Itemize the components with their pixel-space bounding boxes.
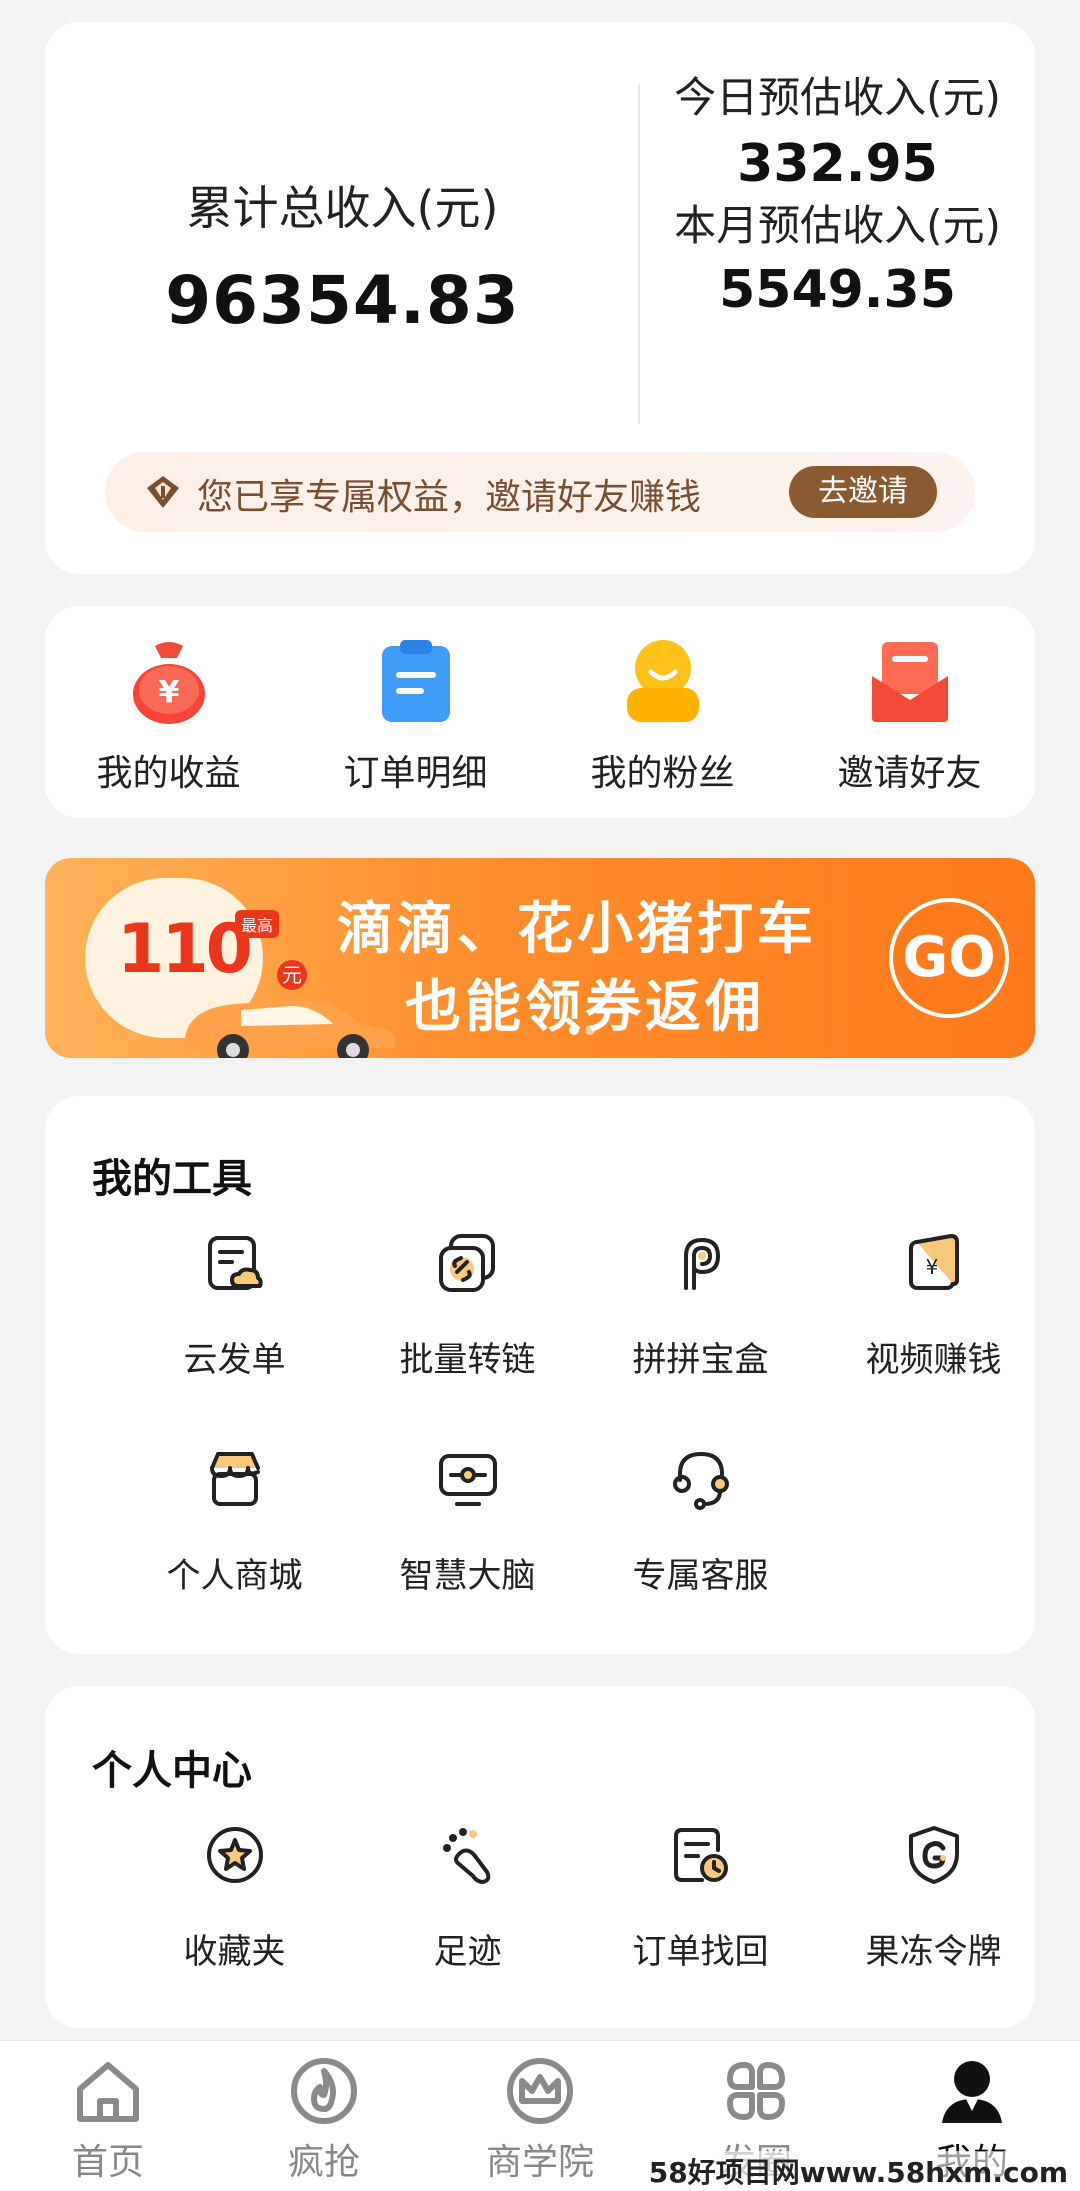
tool-label: 拼拼宝盒 bbox=[632, 1340, 769, 1380]
perk-banner[interactable]: 您已享专属权益，邀请好友赚钱 去邀请 bbox=[105, 452, 975, 532]
money-bag-icon: ¥ bbox=[133, 642, 205, 724]
quick-item-earnings[interactable]: ¥ 我的收益 bbox=[45, 606, 292, 818]
tool-label: 视频赚钱 bbox=[865, 1340, 1002, 1380]
month-income-value: 5549.35 bbox=[719, 260, 956, 320]
footprint-icon bbox=[443, 1828, 491, 1884]
crown-icon bbox=[507, 2058, 573, 2124]
nav-home[interactable]: 首页 bbox=[0, 2041, 216, 2191]
svg-text:¥: ¥ bbox=[159, 675, 180, 710]
clipboard-icon bbox=[382, 640, 450, 722]
home-icon bbox=[77, 2062, 139, 2122]
shop-icon bbox=[210, 1452, 260, 1506]
reward-max-tag: 最高 bbox=[235, 910, 280, 938]
quick-item-invite[interactable]: 邀请好友 bbox=[786, 606, 1033, 818]
quick-item-label: 邀请好友 bbox=[837, 753, 982, 794]
personal-center-section: 个人中心 收藏夹 足迹 订单找回 果冻令牌 bbox=[45, 1686, 1035, 2028]
total-income-label: 累计总收入(元) bbox=[186, 181, 499, 235]
smart-brain-icon bbox=[439, 1454, 497, 1506]
quick-item-orders[interactable]: 订单明细 bbox=[292, 606, 539, 818]
quick-item-fans[interactable]: 我的粉丝 bbox=[539, 606, 786, 818]
nav-label: 疯抢 bbox=[287, 2142, 360, 2183]
quick-item-label: 我的粉丝 bbox=[590, 753, 735, 794]
nav-academy[interactable]: 商学院 bbox=[432, 2041, 648, 2191]
tool-label: 专属客服 bbox=[632, 1556, 769, 1596]
tools-title: 我的工具 bbox=[92, 1156, 252, 1202]
p-box-icon bbox=[684, 1238, 720, 1290]
token-shield-icon bbox=[909, 1826, 959, 1884]
star-favorite-icon bbox=[207, 1827, 263, 1883]
tool-label: 云发单 bbox=[183, 1340, 286, 1380]
today-income-label: 今日预估收入(元) bbox=[674, 73, 1001, 122]
personal-label: 订单找回 bbox=[632, 1932, 769, 1972]
quick-item-label: 订单明细 bbox=[343, 753, 488, 794]
carousel-dot bbox=[569, 1025, 579, 1035]
promo-banner[interactable]: 110 最高 元 滴滴、花小猪打车 也能领券返佣 GO bbox=[45, 858, 1035, 1058]
banner-headline: 滴滴、花小猪打车 bbox=[337, 897, 817, 962]
perk-text: 您已享专属权益，邀请好友赚钱 bbox=[197, 477, 702, 518]
flame-icon bbox=[291, 2058, 357, 2124]
tool-label: 智慧大脑 bbox=[399, 1556, 536, 1596]
profile-icon bbox=[942, 2061, 1002, 2123]
personal-label: 果冻令牌 bbox=[865, 1932, 1002, 1972]
nav-label: 首页 bbox=[71, 2142, 144, 2183]
quick-item-label: 我的收益 bbox=[96, 753, 241, 794]
grid-share-icon bbox=[727, 2062, 785, 2120]
personal-label: 足迹 bbox=[433, 1932, 502, 1972]
cloud-order-icon bbox=[208, 1236, 263, 1290]
order-recover-icon bbox=[674, 1828, 728, 1882]
total-income-value: 96354.83 bbox=[165, 262, 520, 339]
site-watermark: 58好项目网www.58hxm.com bbox=[644, 2151, 1072, 2191]
tools-section: 我的工具 云发单 批量转链 拼拼宝盒 ¥ 视频赚钱 个人商城 智慧大脑 专属客服 bbox=[45, 1096, 1035, 1654]
earnings-card: 累计总收入(元) 96354.83 今日预估收入(元) 332.95 本月预估收… bbox=[45, 22, 1035, 574]
month-income-label: 本月预估收入(元) bbox=[674, 201, 1001, 250]
tool-label: 个人商城 bbox=[166, 1556, 303, 1596]
today-income-value: 332.95 bbox=[737, 134, 938, 194]
carousel-indicator bbox=[569, 1020, 601, 1039]
headset-icon bbox=[673, 1452, 729, 1510]
quick-entries: ¥ 我的收益 订单明细 我的粉丝 邀请好友 bbox=[45, 606, 1035, 818]
invite-button[interactable]: 去邀请 bbox=[789, 466, 937, 518]
total-income-block[interactable]: 累计总收入(元) 96354.83 bbox=[45, 22, 640, 452]
go-button[interactable]: GO bbox=[889, 898, 1009, 1018]
carousel-dot bbox=[585, 1025, 595, 1035]
video-earn-icon: ¥ bbox=[909, 1234, 959, 1290]
nav-label: 商学院 bbox=[485, 2142, 594, 2183]
car-icon bbox=[185, 1000, 396, 1058]
batch-link-icon bbox=[439, 1234, 495, 1292]
personal-label: 收藏夹 bbox=[183, 1932, 286, 1972]
nav-flash-sale[interactable]: 疯抢 bbox=[216, 2041, 432, 2191]
diamond-icon bbox=[147, 476, 179, 508]
personal-center-title: 个人中心 bbox=[92, 1748, 252, 1794]
envelope-icon bbox=[872, 642, 948, 722]
svg-text:¥: ¥ bbox=[926, 1255, 939, 1279]
fan-person-icon bbox=[627, 640, 699, 722]
tool-label: 批量转链 bbox=[399, 1340, 536, 1380]
